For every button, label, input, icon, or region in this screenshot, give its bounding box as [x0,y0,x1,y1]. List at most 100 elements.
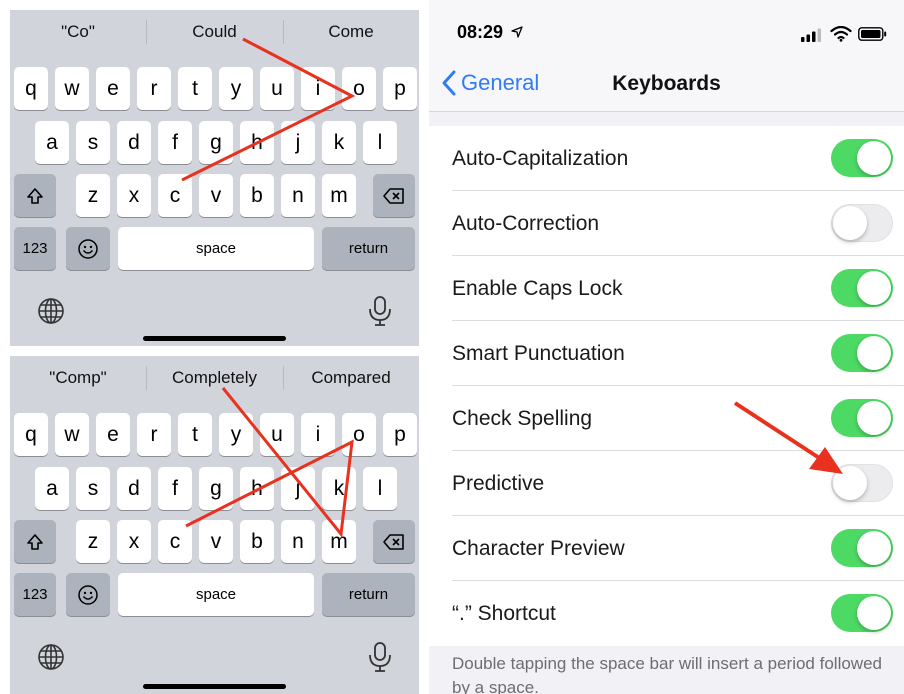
key-w[interactable]: w [55,413,89,456]
numbers-key[interactable]: 123 [14,227,56,270]
settings-row-shortcut: “.” Shortcut [429,581,904,646]
numbers-key[interactable]: 123 [14,573,56,616]
key-g[interactable]: g [199,467,233,510]
key-j[interactable]: j [281,121,315,164]
key-j[interactable]: j [281,467,315,510]
keyboard-top: "Co" Could Come qwertyuiop asdfghjkl zxcvb… [10,10,419,346]
key-y[interactable]: y [219,413,253,456]
toggle-switch[interactable] [831,399,893,437]
key-c[interactable]: c [158,520,192,563]
emoji-key[interactable] [66,573,110,616]
toggle-switch[interactable] [831,529,893,567]
toggle-knob [857,401,891,435]
key-d[interactable]: d [117,121,151,164]
settings-list: Auto-Capitalization Auto-Correction Enable… [429,126,904,646]
toggle-knob [857,531,891,565]
microphone-icon[interactable] [366,294,394,333]
key-f[interactable]: f [158,121,192,164]
key-s[interactable]: s [76,121,110,164]
toggle-switch[interactable] [831,334,893,372]
key-z[interactable]: z [76,174,110,217]
settings-row-check-spelling: Check Spelling [429,386,904,451]
return-key[interactable]: return [322,573,415,616]
key-y[interactable]: y [219,67,253,110]
key-v[interactable]: v [199,174,233,217]
key-b[interactable]: b [240,174,274,217]
shortcut-footer-note: Double tapping the space bar will insert… [452,654,882,694]
key-q[interactable]: q [14,67,48,110]
home-indicator [143,684,286,689]
key-t[interactable]: t [178,413,212,456]
suggestion-1[interactable]: "Co" [10,18,146,46]
key-l[interactable]: l [363,467,397,510]
key-h[interactable]: h [240,121,274,164]
key-a[interactable]: a [35,467,69,510]
key-e[interactable]: e [96,413,130,456]
key-k[interactable]: k [322,121,356,164]
key-e[interactable]: e [96,67,130,110]
key-p[interactable]: p [383,413,417,456]
key-b[interactable]: b [240,520,274,563]
microphone-icon[interactable] [366,640,394,679]
key-s[interactable]: s [76,467,110,510]
toggle-switch[interactable] [831,204,893,242]
key-h[interactable]: h [240,467,274,510]
key-k[interactable]: k [322,467,356,510]
return-key[interactable]: return [322,227,415,270]
suggestion-2[interactable]: Completely [146,364,283,392]
key-z[interactable]: z [76,520,110,563]
key-d[interactable]: d [117,467,151,510]
key-w[interactable]: w [55,67,89,110]
toggle-switch[interactable] [831,139,893,177]
key-m[interactable]: m [322,520,356,563]
key-i[interactable]: i [301,413,335,456]
suggestion-bar: "Co" Could Come [10,10,419,54]
key-q[interactable]: q [14,413,48,456]
settings-row-predictive: Predictive [429,451,904,516]
key-x[interactable]: x [117,520,151,563]
suggestion-1[interactable]: "Comp" [10,364,146,392]
key-m[interactable]: m [322,174,356,217]
suggestion-3[interactable]: Compared [283,364,419,392]
toggle-knob [833,205,867,240]
globe-icon[interactable] [36,296,66,331]
key-g[interactable]: g [199,121,233,164]
shift-icon [27,187,43,204]
shift-key[interactable] [14,174,56,217]
key-f[interactable]: f [158,467,192,510]
emoji-icon [78,584,98,605]
shift-key[interactable] [14,520,56,563]
delete-key[interactable] [373,174,415,217]
toggle-knob [857,141,891,175]
key-n[interactable]: n [281,520,315,563]
settings-row-auto-correction: Auto-Correction [429,191,904,256]
space-key[interactable]: space [118,227,314,270]
suggestion-2[interactable]: Could [146,18,283,46]
key-r[interactable]: r [137,67,171,110]
key-v[interactable]: v [199,520,233,563]
key-i[interactable]: i [301,67,335,110]
key-u[interactable]: u [260,413,294,456]
delete-key[interactable] [373,520,415,563]
key-a[interactable]: a [35,121,69,164]
key-o[interactable]: o [342,67,376,110]
toggle-switch[interactable] [831,594,893,632]
key-u[interactable]: u [260,67,294,110]
suggestion-3[interactable]: Come [283,18,419,46]
key-p[interactable]: p [383,67,417,110]
toggle-knob [857,596,891,630]
toggle-switch[interactable] [831,464,893,502]
key-o[interactable]: o [342,413,376,456]
key-x[interactable]: x [117,174,151,217]
toggle-switch[interactable] [831,269,893,307]
space-key[interactable]: space [118,573,314,616]
key-n[interactable]: n [281,174,315,217]
key-t[interactable]: t [178,67,212,110]
settings-row-character-preview: Character Preview [429,516,904,581]
key-c[interactable]: c [158,174,192,217]
emoji-key[interactable] [66,227,110,270]
key-l[interactable]: l [363,121,397,164]
key-r[interactable]: r [137,413,171,456]
settings-row-enable-caps-lock: Enable Caps Lock [429,256,904,321]
globe-icon[interactable] [36,642,66,677]
